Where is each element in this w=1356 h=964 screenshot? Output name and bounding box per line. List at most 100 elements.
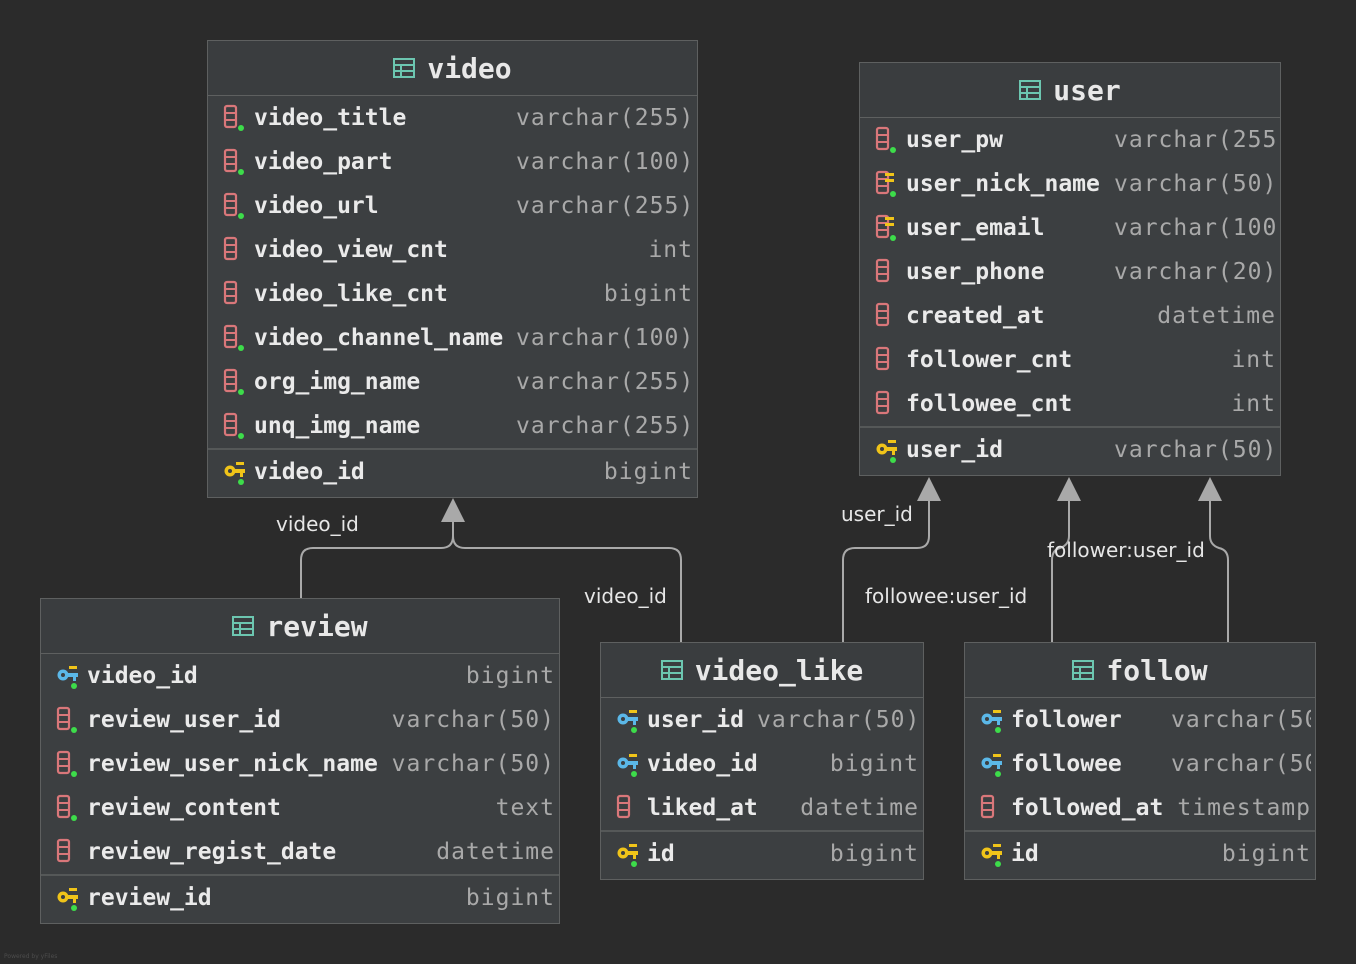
column-row[interactable]: liked_at datetime — [601, 786, 923, 830]
column-icon — [223, 236, 238, 261]
column-row[interactable]: video_title varchar(255) — [208, 96, 697, 140]
link-label-follower: follower:user_id — [1047, 538, 1205, 562]
table-video[interactable]: video video_title varchar(255) video_part v… — [207, 40, 698, 498]
arrowhead-user-1 — [917, 477, 941, 501]
column-row[interactable]: review_user_nick_name varchar(50) — [41, 742, 559, 786]
column-name: video_view_cnt — [254, 237, 448, 263]
column-type: text — [495, 795, 555, 821]
column-row[interactable]: user_phone varchar(20) — [860, 250, 1280, 294]
primary-key-icon — [224, 462, 245, 485]
column-type: varchar(255) — [1114, 127, 1276, 153]
primary-key-icon — [617, 844, 638, 867]
column-row[interactable]: video_part varchar(100) — [208, 140, 697, 184]
column-name: unq_img_name — [254, 413, 421, 439]
column-icon — [875, 258, 890, 283]
column-type: timestamp — [1177, 795, 1311, 821]
primary-key-icon — [981, 844, 1002, 867]
table-follow[interactable]: follow follower varchar(50) followee varcha… — [964, 642, 1316, 880]
table-header[interactable]: follow — [965, 643, 1315, 698]
column-icon — [875, 346, 890, 371]
foreign-key-icon — [57, 666, 78, 689]
column-row[interactable]: video_id bigint — [601, 742, 923, 786]
column-row[interactable]: user_id varchar(50) — [601, 698, 923, 742]
column-row[interactable]: video_id bigint — [41, 654, 559, 698]
primary-key-row[interactable]: user_id varchar(50) — [860, 428, 1280, 472]
column-name: review_user_nick_name — [87, 751, 378, 777]
column-name: follower — [1011, 707, 1122, 733]
column-name: video_title — [254, 105, 407, 131]
column-row[interactable]: follower_cnt int — [860, 338, 1280, 382]
table-icon — [1019, 80, 1042, 100]
column-not-null-icon — [223, 412, 244, 439]
column-type: varchar(50) — [391, 751, 555, 777]
column-row[interactable]: user_nick_name varchar(50) — [860, 162, 1280, 206]
column-row[interactable]: followee_cnt int — [860, 382, 1280, 426]
link-label-review-video: video_id — [276, 512, 359, 536]
table-user[interactable]: user user_pw varchar(255) user_nick_name va… — [859, 62, 1281, 476]
column-row[interactable]: created_at datetime — [860, 294, 1280, 338]
link-label-like-user: user_id — [841, 502, 913, 526]
column-type: varchar(50) — [1114, 437, 1276, 463]
column-name: user_id — [647, 707, 744, 733]
column-not-null-icon — [56, 706, 77, 733]
column-type: varchar(50) — [1171, 707, 1311, 733]
foreign-key-icon — [617, 710, 638, 733]
column-row[interactable]: video_channel_name varchar(100) — [208, 316, 697, 360]
primary-key-icon — [57, 888, 78, 911]
column-name: followee — [1011, 751, 1122, 777]
table-review[interactable]: review video_id bigint review_user_id varch… — [40, 598, 560, 924]
column-type: datetime — [436, 839, 555, 865]
column-name: user_email — [906, 215, 1045, 241]
table-header[interactable]: review — [41, 599, 559, 654]
column-row[interactable]: video_like_cnt bigint — [208, 272, 697, 316]
primary-key-row[interactable]: id bigint — [601, 832, 923, 876]
column-row[interactable]: unq_img_name varchar(255) — [208, 404, 697, 448]
column-name: video_part — [254, 149, 393, 175]
primary-key-row[interactable]: review_id bigint — [41, 876, 559, 920]
column-row[interactable]: user_email varchar(100) — [860, 206, 1280, 250]
column-name: review_id — [87, 885, 212, 911]
column-name: created_at — [906, 303, 1045, 329]
table-title: video_like — [694, 653, 864, 687]
column-type: varchar(100) — [516, 149, 693, 175]
column-row[interactable]: follower varchar(50) — [965, 698, 1315, 742]
column-name: user_pw — [906, 127, 1003, 153]
table-title: review — [266, 609, 368, 643]
column-row[interactable]: followee varchar(50) — [965, 742, 1315, 786]
foreign-key-icon — [981, 710, 1002, 733]
table-icon — [660, 660, 683, 680]
table-icon — [232, 616, 255, 636]
table-title: follow — [1106, 653, 1208, 687]
foreign-key-icon — [981, 754, 1002, 777]
column-name: video_url — [254, 193, 379, 219]
foreign-key-icon — [617, 754, 638, 777]
column-type: varchar(50) — [757, 707, 919, 733]
column-type: bigint — [829, 841, 919, 867]
table-video-like[interactable]: video_like user_id varchar(50) video_id big… — [600, 642, 924, 880]
column-row[interactable]: review_user_id varchar(50) — [41, 698, 559, 742]
column-row[interactable]: org_img_name varchar(255) — [208, 360, 697, 404]
table-title: video — [427, 51, 512, 85]
column-row[interactable]: video_url varchar(255) — [208, 184, 697, 228]
column-type: bigint — [829, 751, 919, 777]
column-name: video_channel_name — [254, 325, 504, 351]
primary-key-row[interactable]: id bigint — [965, 832, 1315, 876]
column-type: int — [1231, 347, 1276, 373]
column-row[interactable]: video_view_cnt int — [208, 228, 697, 272]
column-row[interactable]: review_content text — [41, 786, 559, 830]
table-header[interactable]: user — [860, 63, 1280, 118]
table-header[interactable]: video_like — [601, 643, 923, 698]
primary-key-row[interactable]: video_id bigint — [208, 450, 697, 494]
column-type: varchar(255) — [516, 193, 693, 219]
table-icon — [1072, 660, 1095, 680]
column-icon — [875, 302, 890, 327]
column-row[interactable]: user_pw varchar(255) — [860, 118, 1280, 162]
column-not-null-icon — [223, 368, 244, 395]
column-icon — [616, 794, 631, 819]
column-type: varchar(50) — [391, 707, 555, 733]
link-label-followee: followee:user_id — [865, 584, 1028, 608]
column-row[interactable]: review_regist_date datetime — [41, 830, 559, 874]
column-row[interactable]: followed_at timestamp — [965, 786, 1315, 830]
column-name: review_user_id — [87, 707, 281, 733]
table-header[interactable]: video — [208, 41, 697, 96]
